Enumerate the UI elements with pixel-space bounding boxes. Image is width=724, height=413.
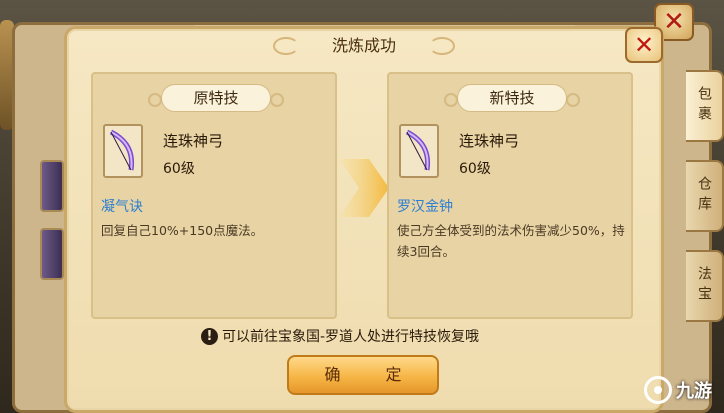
watermark-text: 九游	[676, 381, 712, 402]
bag-item-slot[interactable]	[40, 228, 64, 280]
skill-description: 回复自己10%+150点魔法。	[101, 223, 264, 238]
skill-description: 使己方全体受到的法术伤害减少50%，持续3回合。	[397, 223, 625, 259]
dialog-title: 洗炼成功	[331, 36, 396, 55]
bow-icon[interactable]	[399, 124, 439, 178]
panel-header-label: 新特技	[489, 89, 535, 107]
tab-treasure[interactable]: 法宝	[686, 250, 724, 322]
item-name: 连珠神弓	[163, 132, 224, 150]
panel-header: 新特技	[444, 84, 580, 112]
arrow-right-icon	[339, 159, 389, 217]
panel-header: 原特技	[148, 84, 284, 112]
skill-name: 罗汉金钟	[397, 199, 453, 215]
close-icon: ✕	[633, 31, 655, 59]
dialog-title-band: 洗炼成功	[273, 29, 455, 63]
bow-icon[interactable]	[103, 124, 143, 178]
item-name: 连珠神弓	[459, 132, 520, 150]
confirm-button[interactable]: 确 定	[287, 355, 439, 395]
tip-text: 可以前往宝象国-罗道人处进行特技恢复哦	[222, 329, 480, 345]
tab-warehouse[interactable]: 仓库	[686, 160, 724, 232]
dialog-close-button[interactable]: ✕	[625, 27, 663, 63]
tab-label: 包裹	[696, 86, 712, 126]
watermark: 九游	[644, 372, 712, 408]
original-skill-panel: 原特技 连珠神弓 60级 凝气诀 回复自己10%+150点魔法。	[91, 72, 337, 319]
restore-tip: ! 可以前往宝象国-罗道人处进行特技恢复哦	[201, 325, 479, 347]
tab-label: 法宝	[696, 266, 712, 306]
swirl-ornament	[429, 37, 455, 55]
confirm-label: 确 定	[324, 365, 422, 384]
watermark-logo-icon	[644, 376, 672, 404]
bag-item-slot[interactable]	[40, 160, 64, 212]
close-icon: ✕	[663, 7, 685, 37]
new-skill-panel: 新特技 连珠神弓 60级 罗汉金钟 使己方全体受到的法术伤害减少50%，持续3回…	[387, 72, 633, 319]
item-level: 60级	[459, 161, 491, 177]
tab-label: 仓库	[696, 176, 712, 216]
skill-name: 凝气诀	[101, 199, 143, 215]
panel-header-label: 原特技	[193, 89, 239, 107]
swirl-ornament	[273, 37, 299, 55]
item-level: 60级	[163, 161, 195, 177]
exclamation-icon: !	[201, 327, 218, 345]
refine-result-dialog: 洗炼成功 ✕ 原特技 连珠神弓 60级 凝气诀 回复自己10%+150点魔法。	[64, 26, 664, 413]
tab-bag[interactable]: 包裹	[686, 70, 724, 142]
